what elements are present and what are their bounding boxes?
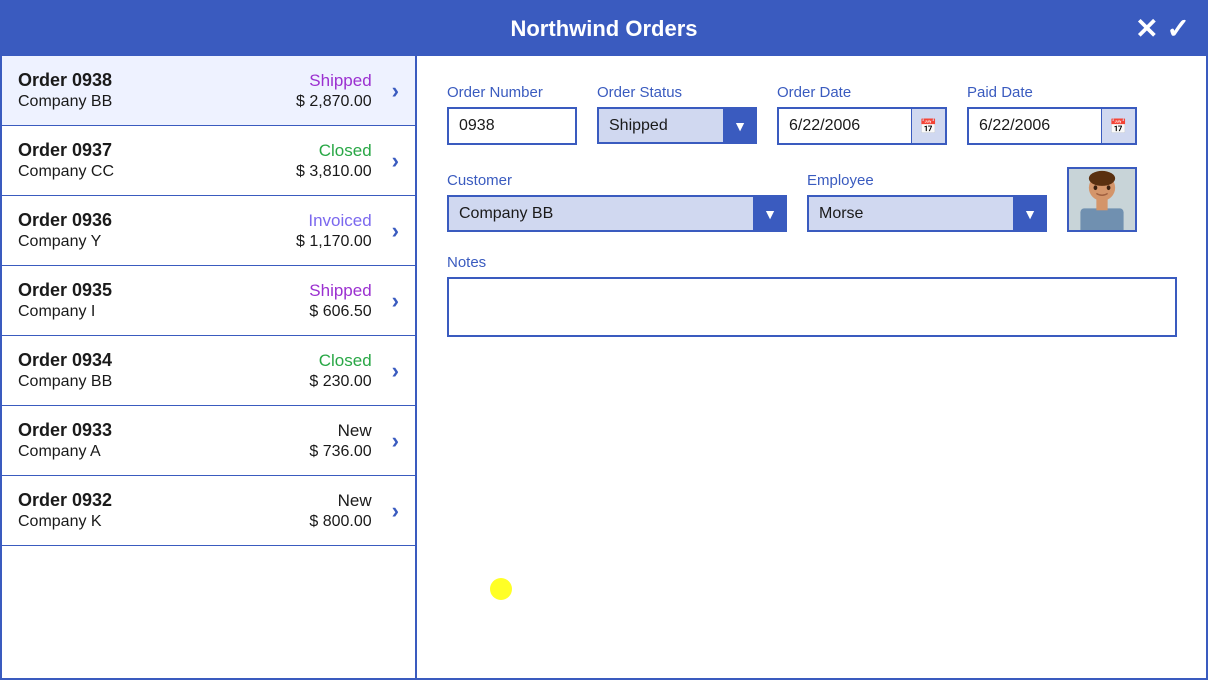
order-chevron-0936[interactable]: ›: [392, 218, 399, 244]
order-status-label: Order Status: [597, 84, 757, 101]
order-right-0935: Shipped $ 606.50: [309, 281, 371, 321]
employee-select[interactable]: Morse Other: [807, 195, 1047, 232]
order-info-0934: Order 0934 Company BB: [18, 350, 309, 391]
order-name-0934: Order 0934: [18, 350, 309, 371]
order-list[interactable]: Order 0938 Company BB Shipped $ 2,870.00…: [2, 56, 417, 678]
order-amount-0936: $ 1,170.00: [296, 233, 372, 251]
customer-label: Customer: [447, 172, 787, 189]
order-item-0938[interactable]: Order 0938 Company BB Shipped $ 2,870.00…: [2, 56, 415, 126]
order-name-0937: Order 0937: [18, 140, 296, 161]
order-item-0937[interactable]: Order 0937 Company CC Closed $ 3,810.00 …: [2, 126, 415, 196]
order-right-0932: New $ 800.00: [309, 491, 371, 531]
order-right-0936: Invoiced $ 1,170.00: [296, 211, 372, 251]
order-item-0935[interactable]: Order 0935 Company I Shipped $ 606.50 ›: [2, 266, 415, 336]
order-chevron-0934[interactable]: ›: [392, 358, 399, 384]
order-company-0933: Company A: [18, 443, 309, 461]
order-date-group: Order Date 📅: [777, 84, 947, 145]
order-right-0933: New $ 736.00: [309, 421, 371, 461]
form-row-2: Customer Company A Company BB Company CC…: [447, 167, 1177, 232]
order-info-0935: Order 0935 Company I: [18, 280, 309, 321]
order-company-0935: Company I: [18, 303, 309, 321]
order-name-0936: Order 0936: [18, 210, 296, 231]
employee-label: Employee: [807, 172, 1047, 189]
order-company-0932: Company K: [18, 513, 309, 531]
main-content: Order 0938 Company BB Shipped $ 2,870.00…: [2, 56, 1206, 678]
order-right-0934: Closed $ 230.00: [309, 351, 371, 391]
order-amount-0938: $ 2,870.00: [296, 93, 372, 111]
order-name-0932: Order 0932: [18, 490, 309, 511]
order-amount-0932: $ 800.00: [309, 513, 371, 531]
order-company-0938: Company BB: [18, 93, 296, 111]
order-item-0934[interactable]: Order 0934 Company BB Closed $ 230.00 ›: [2, 336, 415, 406]
order-chevron-0935[interactable]: ›: [392, 288, 399, 314]
order-company-0937: Company CC: [18, 163, 296, 181]
order-date-calendar-icon[interactable]: 📅: [911, 109, 945, 143]
order-right-0937: Closed $ 3,810.00: [296, 141, 372, 181]
order-company-0936: Company Y: [18, 233, 296, 251]
form-row-1: Order Number Order Status New Shipped Cl…: [447, 84, 1177, 145]
order-date-label: Order Date: [777, 84, 947, 101]
customer-group: Customer Company A Company BB Company CC…: [447, 172, 787, 232]
order-info-0933: Order 0933 Company A: [18, 420, 309, 461]
employee-photo: [1067, 167, 1137, 232]
notes-textarea[interactable]: [447, 277, 1177, 337]
order-company-0934: Company BB: [18, 373, 309, 391]
order-detail: Order Number Order Status New Shipped Cl…: [417, 56, 1206, 678]
order-amount-0934: $ 230.00: [309, 373, 371, 391]
order-item-0933[interactable]: Order 0933 Company A New $ 736.00 ›: [2, 406, 415, 476]
app-title: Northwind Orders: [510, 16, 697, 41]
order-amount-0935: $ 606.50: [309, 303, 371, 321]
close-button[interactable]: ✕: [1135, 15, 1158, 43]
order-status-0938: Shipped: [296, 71, 372, 91]
order-info-0938: Order 0938 Company BB: [18, 70, 296, 111]
order-status-0932: New: [309, 491, 371, 511]
confirm-button[interactable]: ✓: [1167, 15, 1190, 43]
title-bar: Northwind Orders ✕ ✓: [2, 2, 1206, 56]
paid-date-wrapper: 📅: [967, 107, 1137, 145]
order-name-0938: Order 0938: [18, 70, 296, 91]
order-name-0935: Order 0935: [18, 280, 309, 301]
order-number-label: Order Number: [447, 84, 577, 101]
order-item-0932[interactable]: Order 0932 Company K New $ 800.00 ›: [2, 476, 415, 546]
paid-date-calendar-icon[interactable]: 📅: [1101, 109, 1135, 143]
order-number-group: Order Number: [447, 84, 577, 145]
order-status-select-wrapper: New Shipped Closed Invoiced: [597, 107, 757, 144]
order-status-group: Order Status New Shipped Closed Invoiced: [597, 84, 757, 145]
notes-group: Notes: [447, 254, 1177, 337]
order-name-0933: Order 0933: [18, 420, 309, 441]
order-status-0936: Invoiced: [296, 211, 372, 231]
paid-date-label: Paid Date: [967, 84, 1137, 101]
app-window: Northwind Orders ✕ ✓ Order 0938 Company …: [0, 0, 1208, 680]
order-chevron-0938[interactable]: ›: [392, 78, 399, 104]
order-status-0937: Closed: [296, 141, 372, 161]
employee-select-wrapper: Morse Other: [807, 195, 1047, 232]
order-status-0935: Shipped: [309, 281, 371, 301]
notes-section: Notes: [447, 254, 1177, 337]
employee-group: Employee Morse Other: [807, 172, 1047, 232]
order-chevron-0937[interactable]: ›: [392, 148, 399, 174]
title-bar-buttons: ✕ ✓: [1135, 15, 1190, 43]
notes-label: Notes: [447, 254, 1177, 271]
customer-select-wrapper: Company A Company BB Company CC Company …: [447, 195, 787, 232]
order-amount-0933: $ 736.00: [309, 443, 371, 461]
order-right-0938: Shipped $ 2,870.00: [296, 71, 372, 111]
order-info-0932: Order 0932 Company K: [18, 490, 309, 531]
order-info-0936: Order 0936 Company Y: [18, 210, 296, 251]
order-chevron-0932[interactable]: ›: [392, 498, 399, 524]
order-amount-0937: $ 3,810.00: [296, 163, 372, 181]
order-status-select[interactable]: New Shipped Closed Invoiced: [597, 107, 757, 144]
order-item-0936[interactable]: Order 0936 Company Y Invoiced $ 1,170.00…: [2, 196, 415, 266]
order-chevron-0933[interactable]: ›: [392, 428, 399, 454]
order-date-wrapper: 📅: [777, 107, 947, 145]
paid-date-group: Paid Date 📅: [967, 84, 1137, 145]
customer-select[interactable]: Company A Company BB Company CC Company …: [447, 195, 787, 232]
order-info-0937: Order 0937 Company CC: [18, 140, 296, 181]
order-status-0934: Closed: [309, 351, 371, 371]
order-status-0933: New: [309, 421, 371, 441]
order-number-input[interactable]: [447, 107, 577, 145]
